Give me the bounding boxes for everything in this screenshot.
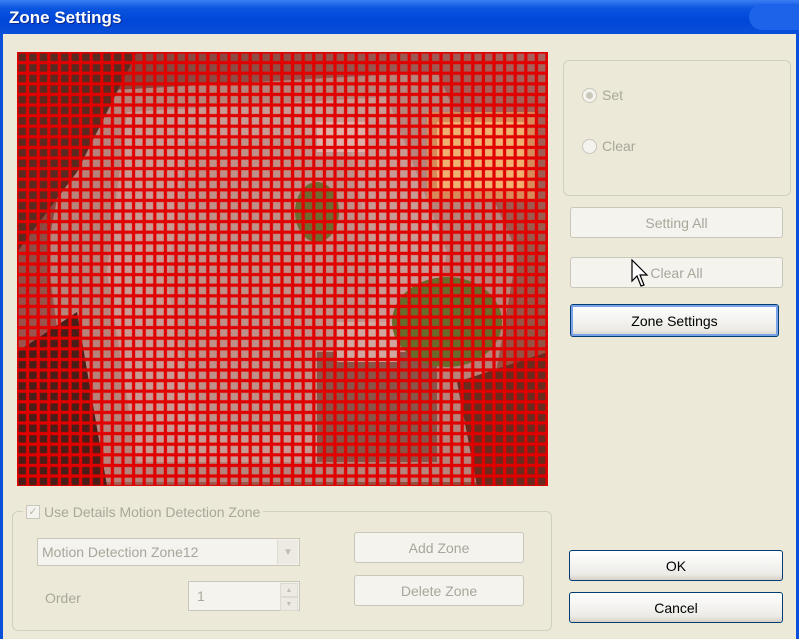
set-radio-label: Set <box>602 87 624 103</box>
camera-image <box>17 52 548 486</box>
order-value: 1 <box>197 588 205 604</box>
chevron-up-icon[interactable]: ▲ <box>280 583 298 597</box>
details-groupbox <box>12 511 552 631</box>
radio-icon <box>582 138 597 154</box>
setting-all-button[interactable]: Setting All <box>570 207 783 238</box>
ok-button[interactable]: OK <box>569 550 783 581</box>
mouse-pointer-icon <box>631 259 649 287</box>
title-bar-corner <box>749 4 799 30</box>
camera-preview-grid[interactable] <box>17 52 548 486</box>
add-zone-button[interactable]: Add Zone <box>354 532 524 563</box>
use-details-checkbox[interactable]: ✓ Use Details Motion Detection Zone <box>23 504 264 520</box>
cancel-button[interactable]: Cancel <box>569 592 783 623</box>
zone-select-value: Motion Detection Zone12 <box>42 544 199 560</box>
mode-groupbox <box>563 60 791 196</box>
clear-all-button[interactable]: Clear All <box>570 257 783 288</box>
delete-zone-button[interactable]: Delete Zone <box>354 575 524 606</box>
clear-radio-label: Clear <box>602 138 636 154</box>
chevron-down-icon[interactable]: ▼ <box>277 540 298 564</box>
checkmark-icon: ✓ <box>26 505 40 519</box>
window-title: Zone Settings <box>9 8 122 27</box>
window-frame-left <box>0 34 3 639</box>
title-bar[interactable]: Zone Settings <box>0 0 799 34</box>
use-details-label: Use Details Motion Detection Zone <box>44 504 261 520</box>
radio-icon <box>582 87 597 103</box>
chevron-down-icon[interactable]: ▼ <box>280 597 298 611</box>
zone-select[interactable]: Motion Detection Zone12 ▼ <box>37 538 300 566</box>
set-radio[interactable]: Set <box>582 87 623 103</box>
zone-settings-button[interactable]: Zone Settings <box>570 304 779 337</box>
clear-radio[interactable]: Clear <box>582 138 635 154</box>
order-label: Order <box>45 590 81 606</box>
order-stepper[interactable]: 1 ▲ ▼ <box>188 581 300 611</box>
